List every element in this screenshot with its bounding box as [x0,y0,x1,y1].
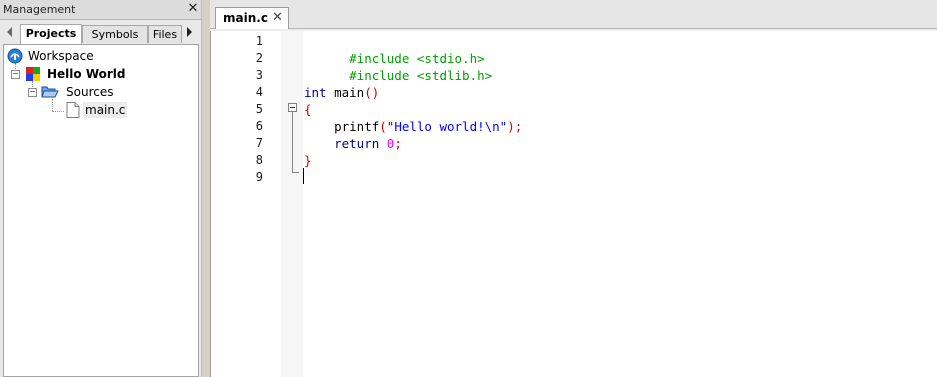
tree-node-main-c[interactable]: main.c [66,102,186,118]
line-number: 6 [255,119,263,133]
close-paren-semicolon: ); [507,119,523,134]
tab-symbols-label: Symbols [91,28,139,41]
close-icon[interactable]: ✕ [186,1,200,17]
code-line-6: printf("Hello world!\n"); [304,118,522,135]
tree-connector [52,99,53,111]
line-number: 1 [255,34,263,48]
editor-area: main.c ✕ 1 2 3 4 5 6 7 8 9 #include <std… [210,0,937,377]
tree-label-project: Hello World [47,67,126,81]
tab-projects-label: Projects [25,27,77,40]
editor-tab-strip: main.c ✕ [210,0,937,29]
scroll-right-arrow-icon[interactable] [187,27,192,37]
project-tree: Workspace − Hello World − Sources main.c [3,44,199,377]
identifier: printf [304,119,380,134]
management-title-bar: Management ✕ [0,0,201,20]
parentheses: () [364,85,380,100]
tab-main-c-label: main.c [223,11,268,25]
code-line-2: #include <stdlib.h> [304,50,492,83]
keyword: int [304,85,327,100]
file-icon [66,102,80,118]
preprocessor-directive: #include <stdlib.h> [349,68,493,83]
tree-node-workspace[interactable]: Workspace [7,48,187,64]
code-line-4: int main() [304,84,379,101]
tree-connector [52,111,64,112]
collapse-toggle-icon[interactable]: − [11,70,20,79]
tab-files-label: Files [152,28,178,41]
line-number: 3 [255,68,263,82]
line-number-margin: 1 2 3 4 5 6 7 8 9 [211,31,281,377]
line-number: 5 [255,102,263,116]
line-number: 2 [255,51,263,65]
tree-label-workspace: Workspace [28,49,94,63]
fold-collapse-icon[interactable] [288,103,297,112]
line-number: 9 [255,170,263,184]
collapse-toggle-icon[interactable]: − [28,88,37,97]
tree-node-project[interactable]: − Hello World [11,66,191,82]
tree-node-sources[interactable]: − Sources [28,84,188,100]
management-panel: Management ✕ Projects Symbols Files Work… [0,0,201,377]
fold-margin [281,31,303,377]
line-number: 8 [255,153,263,167]
code-line-5: { [304,101,312,118]
close-tab-icon[interactable]: ✕ [272,10,283,25]
management-tab-bar: Projects Symbols Files [0,24,201,44]
project-icon [26,67,40,81]
line-number: 7 [255,136,263,150]
code-line-1: #include <stdio.h> [304,33,484,66]
management-title: Management [3,3,76,16]
open-folder-icon [41,86,59,98]
tree-label-sources: Sources [66,85,114,99]
identifier: main [326,85,365,100]
panel-splitter[interactable] [201,0,210,377]
code-line-8: } [304,152,312,169]
tab-main-c[interactable]: main.c ✕ [215,7,289,29]
open-brace: { [304,102,312,117]
code-editor[interactable]: 1 2 3 4 5 6 7 8 9 #include <stdio.h> #in… [210,31,937,377]
scroll-left-arrow-icon[interactable] [7,27,12,37]
tab-projects[interactable]: Projects [20,24,82,44]
line-number: 4 [255,85,263,99]
string-literal: "Hello world!\n" [386,119,508,134]
close-brace: } [304,153,312,168]
text-caret [303,168,304,184]
code-line-7: return 0; [304,135,402,152]
fold-guide-line [292,112,293,173]
tab-symbols[interactable]: Symbols [82,25,148,43]
tree-label-main-c: main.c [83,102,128,118]
semicolon: ; [394,136,402,151]
fold-guide-end [292,172,299,173]
tab-files[interactable]: Files [148,25,182,43]
open-paren: ( [379,119,387,134]
keyword: return [304,136,380,151]
workspace-globe-icon [7,48,23,64]
